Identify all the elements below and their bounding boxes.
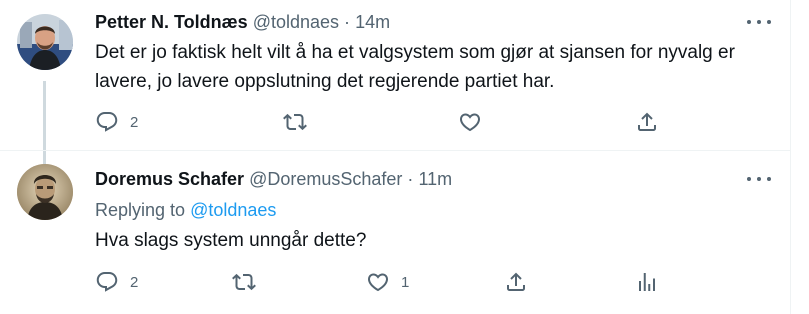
avatar[interactable] xyxy=(17,14,73,70)
retweet-button[interactable] xyxy=(283,110,307,134)
replying-to-line: Replying to @toldnaes xyxy=(95,200,276,221)
analytics-button[interactable] xyxy=(635,270,659,294)
like-button[interactable]: 1 xyxy=(366,270,409,294)
heart-icon xyxy=(459,113,481,132)
more-icon[interactable] xyxy=(747,172,771,186)
timestamp[interactable]: 14m xyxy=(355,12,390,32)
share-button[interactable] xyxy=(504,270,528,294)
reply-count: 2 xyxy=(130,113,139,131)
replying-to-label: Replying to xyxy=(95,200,186,220)
tweet-text: Det er jo faktisk helt vilt å ha et valg… xyxy=(95,42,735,92)
retweet-button[interactable] xyxy=(232,270,256,294)
separator-dot: · xyxy=(344,12,351,32)
username[interactable]: @toldnaes xyxy=(253,12,339,32)
more-icon[interactable] xyxy=(747,15,771,29)
display-name[interactable]: Doremus Schafer xyxy=(95,169,244,189)
tweet-header: Petter N. Toldnæs @toldnaes · 14m xyxy=(95,12,390,33)
analytics-icon xyxy=(639,273,655,291)
retweet-icon xyxy=(232,273,256,291)
share-button[interactable] xyxy=(635,110,659,134)
retweet-icon xyxy=(283,113,307,131)
tweet-text: Hva slags system unngår dette? xyxy=(95,230,367,251)
tweet-doremusschafer[interactable]: Doremus Schafer @DoremusSchafer · 11m Re… xyxy=(0,151,790,314)
avatar[interactable] xyxy=(17,164,73,220)
reply-count: 2 xyxy=(130,273,139,291)
username[interactable]: @DoremusSchafer xyxy=(249,169,402,189)
tweet-header: Doremus Schafer @DoremusSchafer · 11m xyxy=(95,169,452,190)
replying-to-handle-link[interactable]: @toldnaes xyxy=(190,200,276,220)
like-button[interactable] xyxy=(458,110,482,134)
reply-button[interactable]: 2 xyxy=(95,270,138,294)
display-name[interactable]: Petter N. Toldnæs xyxy=(95,12,248,32)
reply-icon xyxy=(96,272,118,292)
reply-icon xyxy=(96,112,118,132)
separator-dot: · xyxy=(407,169,414,189)
timestamp[interactable]: 11m xyxy=(418,169,452,189)
heart-icon xyxy=(367,273,389,292)
share-icon xyxy=(507,272,525,291)
like-count: 1 xyxy=(401,273,410,291)
timeline-border xyxy=(790,0,791,314)
reply-button[interactable]: 2 xyxy=(95,110,138,134)
share-icon xyxy=(638,112,656,131)
tweet-toldnaes[interactable]: Petter N. Toldnæs @toldnaes · 14m Det er… xyxy=(0,0,790,171)
